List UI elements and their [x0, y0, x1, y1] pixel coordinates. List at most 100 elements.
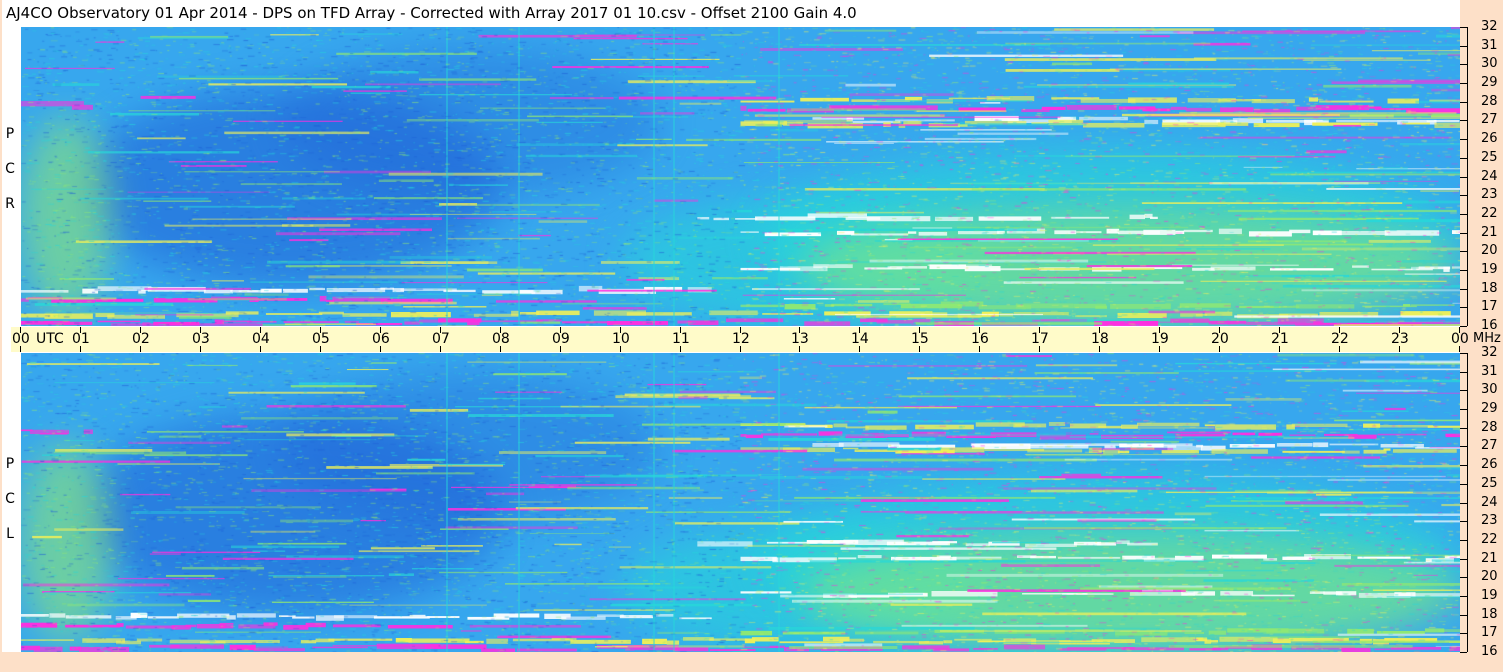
- rcp-freq-tick-label: 21: [1481, 225, 1498, 240]
- rcp-freq-tick: [1460, 120, 1467, 121]
- rcp-spectrogram: [21, 27, 1460, 326]
- lcp-freq-tick-label: 26: [1481, 457, 1498, 472]
- time-tick-label: 01: [72, 331, 90, 347]
- rcp-freq-tick-label: 16: [1481, 318, 1498, 333]
- chart-title: AJ4CO Observatory 01 Apr 2014 - DPS on T…: [6, 4, 857, 22]
- rcp-freq-tick-label: 32: [1481, 19, 1498, 34]
- rcp-letter-r: R: [5, 196, 15, 212]
- rcp-freq-tick: [1460, 326, 1467, 327]
- rcp-freq-tick: [1460, 102, 1467, 103]
- lcp-speckle: [21, 353, 1460, 652]
- lcp-freq-tick: [1460, 521, 1467, 522]
- rcp-freq-tick: [1460, 139, 1467, 140]
- rcp-freq-tick: [1460, 83, 1467, 84]
- lcp-freq-tick-label: 16: [1481, 644, 1498, 659]
- time-tick-label: 18: [1091, 331, 1109, 347]
- time-tick-label: 09: [552, 331, 570, 347]
- lcp-freq-tick-label: 27: [1481, 438, 1498, 453]
- lcp-freq-tick: [1460, 652, 1467, 653]
- rcp-speckle: [21, 27, 1460, 326]
- lcp-freq-tick: [1460, 540, 1467, 541]
- lcp-freq-tick-label: 22: [1481, 532, 1498, 547]
- lcp-freq-tick-label: 32: [1481, 345, 1498, 360]
- rcp-freq-tick-label: 23: [1481, 187, 1498, 202]
- time-tick-label: 23: [1391, 331, 1409, 347]
- rcp-freq-tick: [1460, 289, 1467, 290]
- rcp-freq-tick-label: 30: [1481, 56, 1498, 71]
- time-tick-label: 06: [372, 331, 390, 347]
- time-tick-label: 13: [791, 331, 809, 347]
- rcp-freq-tick-label: 20: [1481, 243, 1498, 258]
- lcp-spectrogram: [21, 353, 1460, 652]
- rcp-panel-label: P C R: [2, 127, 18, 232]
- lcp-freq-tick-label: 25: [1481, 476, 1498, 491]
- rcp-freq-tick: [1460, 195, 1467, 196]
- left-border: [0, 0, 2, 672]
- time-tick-label: 12: [732, 331, 750, 347]
- lcp-freq-tick: [1460, 428, 1467, 429]
- time-tick-label: 15: [911, 331, 929, 347]
- rcp-freq-tick-label: 17: [1481, 299, 1498, 314]
- time-tick-label: 00: [1451, 331, 1469, 347]
- lcp-freq-tick: [1460, 409, 1467, 410]
- lcp-panel-label: P C L: [2, 457, 18, 562]
- time-tick-label: 17: [1031, 331, 1049, 347]
- rcp-freq-tick-label: 26: [1481, 131, 1498, 146]
- rcp-freq-tick-label: 24: [1481, 169, 1498, 184]
- time-tick-label: 11: [672, 331, 690, 347]
- rcp-freq-tick-label: 18: [1481, 281, 1498, 296]
- time-tick-label: 20: [1211, 331, 1229, 347]
- lcp-letter-c: C: [5, 491, 15, 507]
- time-tick-label: 21: [1271, 331, 1289, 347]
- rcp-freq-tick-label: 28: [1481, 94, 1498, 109]
- lcp-freq-tick: [1460, 465, 1467, 466]
- lcp-freq-tick-label: 17: [1481, 625, 1498, 640]
- lcp-freq-tick-label: 23: [1481, 513, 1498, 528]
- time-tick-label: 02: [132, 331, 150, 347]
- lcp-freq-tick: [1460, 390, 1467, 391]
- utc-unit-label: UTC: [36, 331, 64, 347]
- time-tick-label: 22: [1331, 331, 1349, 347]
- lcp-freq-tick-label: 18: [1481, 607, 1498, 622]
- lcp-freq-axis-line: [1467, 353, 1468, 652]
- lcp-freq-tick: [1460, 615, 1467, 616]
- time-tick-label: 07: [432, 331, 450, 347]
- lcp-freq-tick-label: 19: [1481, 588, 1498, 603]
- rcp-freq-tick-label: 19: [1481, 262, 1498, 277]
- rcp-freq-tick-label: 31: [1481, 38, 1498, 53]
- rcp-freq-tick: [1460, 214, 1467, 215]
- lcp-freq-tick: [1460, 633, 1467, 634]
- time-tick-label: 19: [1151, 331, 1169, 347]
- lcp-freq-tick: [1460, 446, 1467, 447]
- lcp-freq-tick-label: 24: [1481, 495, 1498, 510]
- lcp-freq-tick: [1460, 503, 1467, 504]
- time-tick-label: 08: [492, 331, 510, 347]
- rcp-freq-tick: [1460, 251, 1467, 252]
- rcp-freq-tick: [1460, 270, 1467, 271]
- lcp-freq-tick-label: 31: [1481, 364, 1498, 379]
- lcp-freq-tick-label: 28: [1481, 420, 1498, 435]
- lcp-freq-tick-label: 21: [1481, 551, 1498, 566]
- rcp-freq-tick: [1460, 177, 1467, 178]
- rcp-freq-tick: [1460, 158, 1467, 159]
- rcp-freq-tick: [1460, 27, 1467, 28]
- rcp-freq-axis-line: [1467, 27, 1468, 326]
- lcp-freq-tick-label: 29: [1481, 401, 1498, 416]
- rcp-freq-tick-label: 22: [1481, 206, 1498, 221]
- rcp-letter-p: P: [5, 126, 15, 142]
- rcp-freq-tick: [1460, 233, 1467, 234]
- time-tick-label: 14: [851, 331, 869, 347]
- lcp-freq-tick: [1460, 353, 1467, 354]
- lcp-freq-tick-label: 20: [1481, 569, 1498, 584]
- rcp-freq-tick-label: 25: [1481, 150, 1498, 165]
- rcp-letter-c: C: [5, 161, 15, 177]
- time-tick-label: 10: [612, 331, 630, 347]
- rcp-freq-tick: [1460, 46, 1467, 47]
- lcp-freq-tick: [1460, 372, 1467, 373]
- time-tick-label: 04: [252, 331, 270, 347]
- lcp-freq-tick-label: 30: [1481, 382, 1498, 397]
- rcp-freq-tick: [1460, 307, 1467, 308]
- bottom-border: [0, 652, 1460, 672]
- lcp-freq-tick: [1460, 577, 1467, 578]
- lcp-freq-tick: [1460, 596, 1467, 597]
